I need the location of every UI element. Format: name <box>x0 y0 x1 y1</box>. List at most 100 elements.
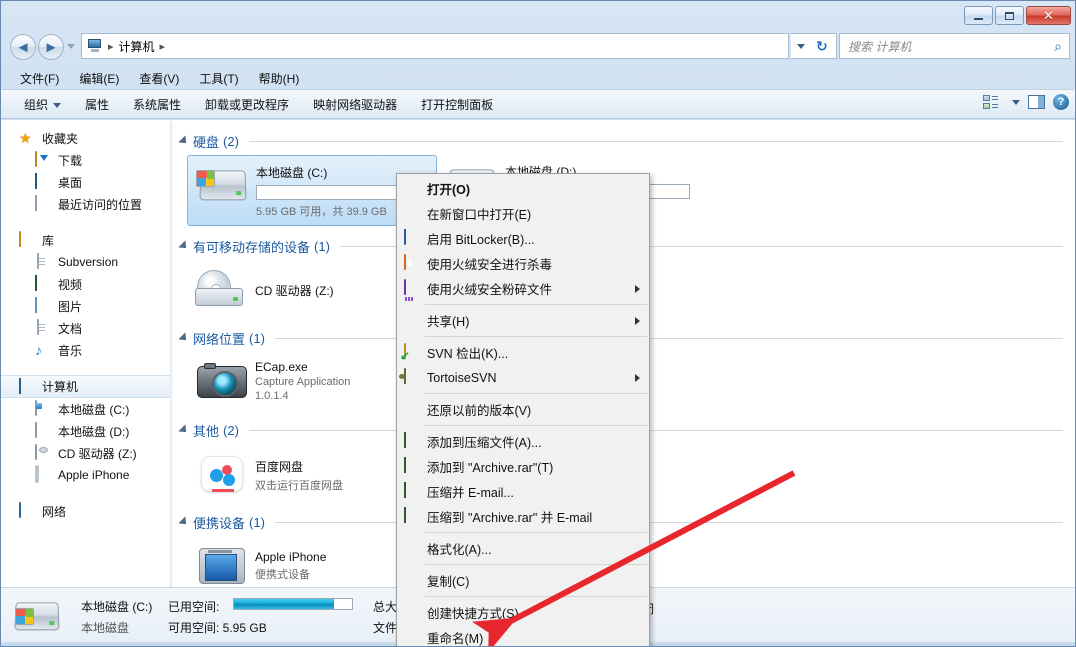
collapse-triangle-icon[interactable] <box>178 240 189 251</box>
collapse-triangle-icon[interactable] <box>178 332 189 343</box>
video-icon <box>35 276 52 292</box>
menu-file[interactable]: 文件(F) <box>13 68 66 89</box>
help-icon[interactable]: ? <box>1053 94 1069 110</box>
context-menu-separator <box>425 596 647 597</box>
context-menu-item[interactable]: 添加到 "Archive.rar"(T) <box>397 454 649 479</box>
refresh-icon[interactable]: ↻ <box>816 39 828 53</box>
menu-help[interactable]: 帮助(H) <box>252 68 307 89</box>
address-dropdown-icon[interactable] <box>797 44 805 49</box>
context-menu-item[interactable]: 重命名(M) <box>397 625 649 647</box>
breadcrumb-separator-2[interactable]: ▸ <box>155 40 171 53</box>
address-bar[interactable]: ▸ 计算机 ▸ <box>81 33 789 59</box>
group-rule <box>249 141 1063 142</box>
computer-icon <box>87 39 103 53</box>
sidebar-item-cd-drive-z[interactable]: CD 驱动器 (Z:) <box>1 442 170 464</box>
item-name: ECap.exe <box>255 360 350 374</box>
sidebar-label-favorites: 收藏夹 <box>42 130 78 147</box>
context-menu-item[interactable]: TortoiseSVN <box>397 365 649 390</box>
window-controls: ✕ <box>964 6 1071 25</box>
sidebar-label-videos: 视频 <box>58 276 82 293</box>
menu-tools[interactable]: 工具(T) <box>192 68 245 89</box>
cd-drive-icon <box>193 266 251 312</box>
context-menu-item[interactable]: 在新窗口中打开(E) <box>397 201 649 226</box>
item-version: 1.0.1.4 <box>255 390 350 402</box>
organize-button[interactable]: 组织 <box>15 93 70 116</box>
context-menu-item[interactable]: 共享(H) <box>397 308 649 333</box>
sidebar-item-pictures[interactable]: 图片 <box>1 295 170 317</box>
context-menu-item-label: 压缩并 E-mail... <box>427 482 514 501</box>
group-header-hard-disks[interactable]: 硬盘 (2) <box>181 131 1076 151</box>
context-menu-item[interactable]: 还原以前的版本(V) <box>397 397 649 422</box>
context-menu-item[interactable]: 启用 BitLocker(B)... <box>397 226 649 251</box>
context-menu-item[interactable]: 压缩到 "Archive.rar" 并 E-mail <box>397 504 649 529</box>
sidebar-item-apple-iphone[interactable]: Apple iPhone <box>1 464 170 486</box>
sidebar-label-apple-iphone: Apple iPhone <box>58 468 129 482</box>
context-menu-item[interactable]: 格式化(A)... <box>397 536 649 561</box>
context-menu-item-label: 压缩到 "Archive.rar" 并 E-mail <box>427 507 592 526</box>
close-button[interactable]: ✕ <box>1026 6 1071 25</box>
open-control-panel-button[interactable]: 打开控制面板 <box>412 93 502 116</box>
computer-icon <box>19 379 36 395</box>
context-menu-item[interactable]: 创建快捷方式(S) <box>397 600 649 625</box>
sidebar-item-documents[interactable]: 文档 <box>1 317 170 339</box>
sidebar-item-favorites[interactable]: ★ 收藏夹 <box>1 127 170 149</box>
sidebar-item-computer[interactable]: 计算机 <box>1 375 170 398</box>
sidebar-item-recent-places[interactable]: 最近访问的位置 <box>1 193 170 215</box>
context-menu-item[interactable]: 使用火绒安全粉碎文件 <box>397 276 649 301</box>
breadcrumb-separator-1[interactable]: ▸ <box>103 40 119 53</box>
change-view-icon[interactable] <box>983 95 999 109</box>
status-title: 本地磁盘 (C:) <box>81 598 152 615</box>
minimize-button[interactable] <box>964 6 993 25</box>
map-network-drive-button[interactable]: 映射网络驱动器 <box>304 93 406 116</box>
context-menu: 打开(O)在新窗口中打开(E)启用 BitLocker(B)...使用火绒安全进… <box>396 173 650 647</box>
context-menu-icon-slot <box>401 629 423 647</box>
nav-group-network: 网络 <box>1 500 170 522</box>
breadcrumb-computer[interactable]: 计算机 <box>119 38 155 55</box>
properties-button[interactable]: 属性 <box>76 93 118 116</box>
context-menu-item[interactable]: 使用火绒安全进行杀毒 <box>397 251 649 276</box>
menu-view[interactable]: 查看(V) <box>132 68 186 89</box>
group-count: (1) <box>249 331 265 346</box>
preview-pane-icon[interactable] <box>1028 95 1045 109</box>
sidebar-item-network[interactable]: 网络 <box>1 500 170 522</box>
sidebar-item-local-disk-c[interactable]: 本地磁盘 (C:) <box>1 398 170 420</box>
group-count: (2) <box>223 134 239 149</box>
system-properties-button[interactable]: 系统属性 <box>124 93 190 116</box>
winrar-icon <box>401 458 423 476</box>
sidebar-item-local-disk-d[interactable]: 本地磁盘 (D:) <box>1 420 170 442</box>
sidebar-label-libraries: 库 <box>42 232 54 249</box>
downloads-icon <box>35 152 52 168</box>
sidebar-item-desktop[interactable]: 桌面 <box>1 171 170 193</box>
sidebar-item-subversion[interactable]: Subversion <box>1 251 170 273</box>
collapse-triangle-icon[interactable] <box>178 135 189 146</box>
collapse-triangle-icon[interactable] <box>178 424 189 435</box>
search-box[interactable]: 搜索 计算机 ⌕ <box>839 33 1070 59</box>
collapse-triangle-icon[interactable] <box>178 516 189 527</box>
context-menu-item-label: 共享(H) <box>427 311 469 330</box>
context-menu-item[interactable]: 压缩并 E-mail... <box>397 479 649 504</box>
forward-button[interactable]: ► <box>38 34 64 60</box>
view-chevron-down-icon[interactable] <box>1012 100 1020 105</box>
context-menu-item[interactable]: SVN 检出(K)... <box>397 340 649 365</box>
status-subtitle: 本地磁盘 <box>81 619 129 636</box>
menu-edit[interactable]: 编辑(E) <box>72 68 126 89</box>
sidebar-item-videos[interactable]: 视频 <box>1 273 170 295</box>
maximize-button[interactable] <box>995 6 1024 25</box>
back-button[interactable]: ◄ <box>10 34 36 60</box>
uninstall-change-program-button[interactable]: 卸载或更改程序 <box>196 93 298 116</box>
sidebar-item-music[interactable]: ♪ 音乐 <box>1 339 170 361</box>
sidebar-item-libraries[interactable]: 库 <box>1 229 170 251</box>
context-menu-item[interactable]: 打开(O) <box>397 176 649 201</box>
context-menu-icon-slot <box>401 205 423 223</box>
winrar-icon <box>401 433 423 451</box>
huorong-shred-icon <box>401 280 423 298</box>
search-icon[interactable]: ⌕ <box>1054 38 1062 55</box>
tortoise-svn-icon <box>401 369 423 387</box>
history-dropdown-icon[interactable] <box>67 44 75 49</box>
sidebar-label-documents: 文档 <box>58 320 82 337</box>
forward-arrow-icon: ► <box>44 40 59 55</box>
context-menu-item[interactable]: 复制(C) <box>397 568 649 593</box>
back-arrow-icon: ◄ <box>16 40 31 55</box>
sidebar-item-downloads[interactable]: 下载 <box>1 149 170 171</box>
context-menu-item[interactable]: 添加到压缩文件(A)... <box>397 429 649 454</box>
